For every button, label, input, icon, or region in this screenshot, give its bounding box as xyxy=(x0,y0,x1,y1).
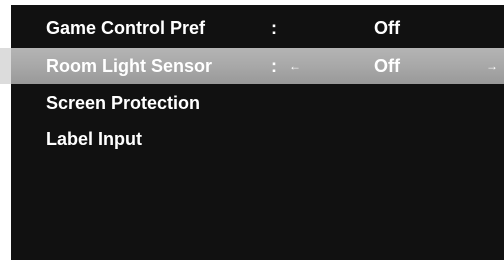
menu-item-label: Game Control Pref xyxy=(46,18,206,38)
selection-edge-marker xyxy=(0,48,11,84)
arrow-left-icon[interactable]: ← xyxy=(289,48,301,84)
menu-item-screen-protection[interactable]: Screen Protection xyxy=(11,85,504,121)
menu-item-label: Label Input xyxy=(46,129,142,149)
menu-item-value: Off xyxy=(374,18,400,38)
menu-item-label: Screen Protection xyxy=(46,93,201,113)
osd-menu-panel: Game Control Pref : Off Room Light Senso… xyxy=(0,5,504,260)
menu-item-game-control-pref[interactable]: Game Control Pref : Off xyxy=(11,10,504,46)
menu-item-separator: : xyxy=(271,56,277,76)
menu-item-room-light-sensor[interactable]: Room Light Sensor : ← Off → xyxy=(0,48,504,84)
menu-item-label-input[interactable]: Label Input xyxy=(11,121,504,157)
menu-item-label: Room Light Sensor xyxy=(46,56,212,76)
arrow-right-icon[interactable]: → xyxy=(486,48,498,84)
menu-item-value: Off xyxy=(374,56,400,76)
menu-item-separator: : xyxy=(271,18,277,38)
